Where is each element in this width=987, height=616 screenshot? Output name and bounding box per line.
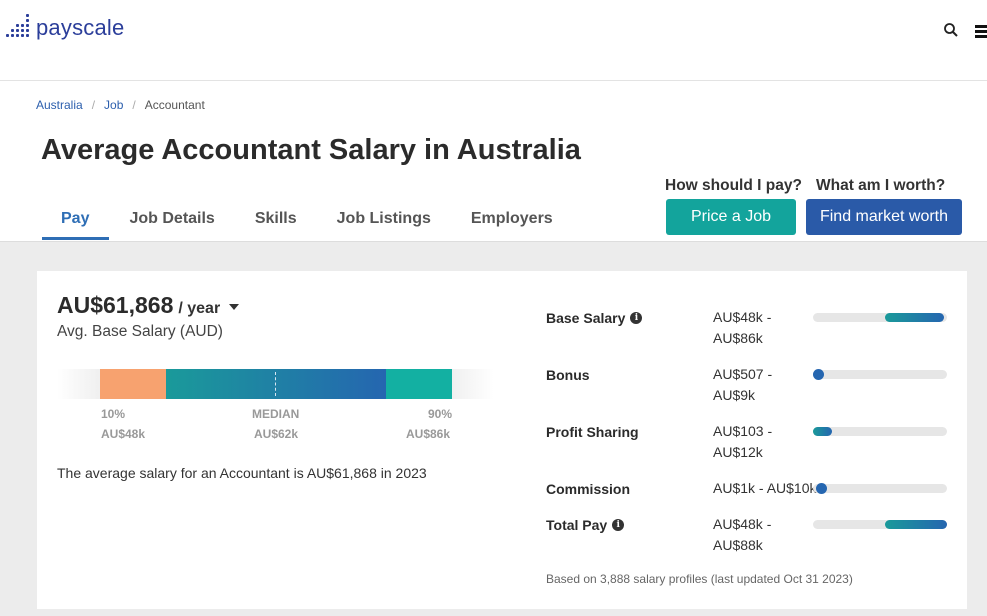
- commission-label: Commission: [546, 481, 630, 497]
- breadcrumb: Australia / Job / Accountant: [36, 98, 205, 112]
- row-label-text: Bonus: [546, 367, 590, 383]
- top-navigation-bar: payscale: [0, 0, 987, 81]
- p90-value: AU$86k: [406, 427, 451, 441]
- hamburger-menu-icon[interactable]: [975, 25, 987, 38]
- find-market-worth-button[interactable]: Find market worth: [806, 199, 962, 235]
- tab-employers[interactable]: Employers: [451, 200, 573, 240]
- tab-job-listings[interactable]: Job Listings: [317, 200, 451, 240]
- profit-sharing-bar-fill: [813, 427, 832, 436]
- row-label-text: Total Pay: [546, 517, 608, 533]
- p10-label: 10%: [101, 407, 126, 421]
- bonus-bar: [813, 369, 947, 380]
- what-am-i-worth-heading: What am I worth?: [816, 177, 946, 194]
- profit-sharing-range: AU$103 - AU$12k: [713, 423, 773, 460]
- range-segment-middle: [166, 369, 386, 399]
- bonus-label: Bonus: [546, 367, 590, 383]
- breadcrumb-job[interactable]: Job: [104, 98, 123, 112]
- salary-headline: AU$61,868 / year: [57, 292, 240, 319]
- bonus-bar-dot: [813, 369, 824, 380]
- total-pay-label: Total Pay i: [546, 517, 625, 533]
- row-label-text: Commission: [546, 481, 631, 497]
- base-salary-bar-fill: [885, 313, 945, 322]
- range-segment-low: [100, 369, 166, 399]
- info-icon[interactable]: i: [630, 312, 643, 324]
- tab-skills[interactable]: Skills: [235, 200, 317, 240]
- price-a-job-button[interactable]: Price a Job: [666, 199, 796, 235]
- profit-sharing-label: Profit Sharing: [546, 424, 639, 440]
- salary-subtitle: Avg. Base Salary (AUD): [57, 323, 223, 340]
- logo-dots-icon: [6, 12, 32, 44]
- tab-pay[interactable]: Pay: [42, 200, 110, 240]
- profit-sharing-bar: [813, 427, 947, 436]
- total-pay-bar-fill: [885, 520, 947, 529]
- salary-period[interactable]: / year: [178, 300, 220, 318]
- commission-range: AU$1k - AU$10k: [713, 480, 817, 496]
- breadcrumb-separator: /: [91, 98, 96, 112]
- bonus-range: AU$507 - AU$9k: [713, 366, 773, 403]
- chevron-down-icon[interactable]: [229, 304, 240, 310]
- p10-value: AU$48k: [101, 427, 146, 441]
- breadcrumb-australia[interactable]: Australia: [36, 98, 83, 112]
- row-label-text: Profit Sharing: [546, 424, 639, 440]
- tab-job-details[interactable]: Job Details: [109, 200, 234, 240]
- average-salary-amount: AU$61,868: [57, 292, 174, 318]
- base-salary-label: Base Salary i: [546, 310, 643, 326]
- breadcrumb-accountant: Accountant: [144, 98, 205, 112]
- commission-bar-dot: [816, 483, 827, 494]
- range-segment-high: [386, 369, 452, 399]
- logo-text: payscale: [36, 15, 125, 40]
- commission-bar: [813, 483, 947, 494]
- total-pay-bar: [813, 520, 947, 529]
- tab-bar: Pay Job Details Skills Job Listings Empl…: [42, 200, 573, 240]
- base-salary-bar: [813, 313, 947, 322]
- base-salary-range: AU$48k - AU$86k: [713, 309, 772, 346]
- median-value: AU$62k: [254, 427, 299, 441]
- median-marker: [275, 372, 276, 396]
- page-title: Average Accountant Salary in Australia: [41, 134, 581, 166]
- search-icon[interactable]: [943, 22, 959, 38]
- breadcrumb-separator: /: [132, 98, 136, 112]
- row-label-text: Base Salary: [546, 310, 626, 326]
- p90-label: 90%: [428, 407, 453, 421]
- salary-summary-text: The average salary for an Accountant is …: [57, 465, 427, 481]
- median-label: MEDIAN: [252, 407, 300, 421]
- total-pay-range: AU$48k - AU$88k: [713, 516, 772, 553]
- payscale-logo[interactable]: payscale: [6, 12, 124, 44]
- info-icon[interactable]: i: [612, 519, 625, 531]
- data-source-footnote: Based on 3,888 salary profiles (last upd…: [546, 572, 853, 586]
- how-should-i-pay-heading: How should I pay?: [665, 177, 802, 194]
